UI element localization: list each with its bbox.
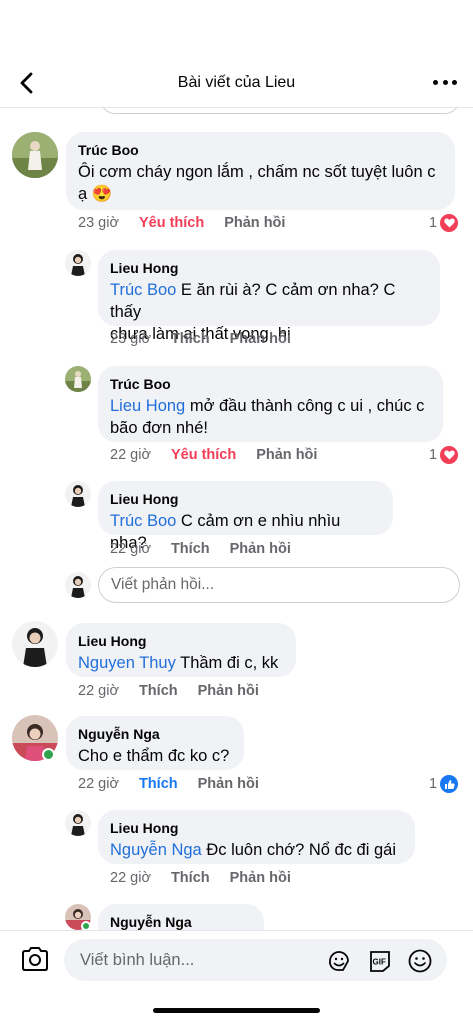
mention-link[interactable]: Trúc Boo	[110, 512, 176, 530]
like-button[interactable]: Thích	[171, 541, 210, 557]
avatar-truc-boo[interactable]	[12, 132, 58, 178]
reply-button[interactable]: Phản hồi	[230, 870, 291, 886]
reply-author[interactable]: Lieu Hong	[110, 490, 381, 508]
reply-bubble[interactable]: Lieu Hong Nguyễn Nga Đc luôn chớ? Nổ đc …	[98, 810, 415, 864]
reply-button[interactable]: Phản hồi	[230, 541, 291, 557]
like-button[interactable]: Yêu thích	[139, 215, 204, 231]
more-options-icon[interactable]	[433, 70, 457, 94]
reply-actions: 23 giờ Thích Phản hồi	[110, 331, 291, 347]
mention-link[interactable]: Trúc Boo	[110, 281, 176, 299]
online-status-indicator	[42, 748, 55, 761]
reply-time: 22 giờ	[110, 541, 151, 557]
avatar-lieu-hong[interactable]	[12, 621, 58, 667]
mention-link[interactable]: Nguyễn Nga	[110, 841, 202, 859]
like-button[interactable]: Thích	[139, 683, 178, 699]
comment-input-placeholder: Viết bình luận...	[80, 951, 195, 969]
reply-button[interactable]: Phản hồi	[230, 331, 291, 347]
like-button[interactable]: Thích	[139, 776, 178, 792]
like-button[interactable]: Thích	[171, 870, 210, 886]
heart-eyes-emoji: 😍	[91, 185, 113, 203]
heart-icon	[440, 446, 459, 464]
reply-bubble[interactable]: Lieu Hong Trúc Boo E ăn rùi à? C cảm ơn …	[98, 250, 440, 343]
comment-time: 22 giờ	[78, 683, 119, 699]
reply-bubble[interactable]: Trúc Boo Lieu Hong mở đầu thành công c u…	[98, 366, 443, 442]
reply-time: 23 giờ	[110, 331, 151, 347]
like-button[interactable]: Thích	[171, 331, 210, 347]
page-title: Bài viết của Lieu	[177, 74, 296, 91]
gif-icon[interactable]: GIF	[367, 948, 393, 974]
comment-composer: Viết bình luận... GIF	[0, 930, 473, 990]
reaction-count[interactable]: 1	[429, 775, 459, 793]
comment-input[interactable]: Viết bình luận... GIF	[64, 939, 447, 981]
reply-time: 22 giờ	[110, 870, 151, 886]
camera-icon[interactable]	[20, 945, 50, 973]
comment-text: Nguyen Thuy Thầm đi c, kk	[78, 654, 279, 672]
previous-comment-bubble	[100, 108, 460, 114]
comment-author[interactable]: Nguyễn Nga	[78, 725, 232, 743]
comment-author[interactable]: Lieu Hong	[78, 632, 284, 650]
home-indicator[interactable]	[153, 1008, 320, 1013]
like-button[interactable]: Yêu thích	[171, 447, 236, 463]
comment-time: 23 giờ	[78, 215, 119, 231]
reply-author[interactable]: Lieu Hong	[110, 819, 403, 837]
reply-time: 22 giờ	[110, 447, 151, 463]
reply-bubble[interactable]: Nguyễn Nga	[98, 904, 264, 930]
reply-text: Nguyễn Nga Đc luôn chớ? Nổ đc đi gái	[110, 841, 396, 859]
reply-button[interactable]: Phản hồi	[198, 776, 259, 792]
comment-actions: 23 giờ Yêu thích Phản hồi	[78, 215, 285, 231]
avatar-current-user	[65, 572, 91, 598]
comment-actions: 22 giờ Thích Phản hồi	[78, 683, 259, 699]
svg-text:GIF: GIF	[373, 958, 386, 967]
avatar-lieu-hong[interactable]	[65, 250, 91, 276]
sticker-icon[interactable]	[326, 948, 352, 974]
reaction-count[interactable]: 1	[429, 446, 459, 464]
online-status-indicator	[81, 921, 91, 930]
reply-button[interactable]: Phản hồi	[198, 683, 259, 699]
reply-button[interactable]: Phản hồi	[256, 447, 317, 463]
reply-author[interactable]: Lieu Hong	[110, 259, 428, 277]
avatar-lieu-hong[interactable]	[65, 810, 91, 836]
reply-author[interactable]: Trúc Boo	[110, 375, 431, 393]
comment-bubble[interactable]: Nguyễn Nga Cho e thẩm đc ko c?	[66, 716, 244, 770]
reply-actions: 22 giờ Thích Phản hồi	[110, 541, 291, 557]
reaction-count[interactable]: 1	[429, 214, 459, 232]
reply-actions: 22 giờ Yêu thích Phản hồi	[110, 447, 317, 463]
reply-input[interactable]: Viết phản hồi...	[98, 567, 460, 603]
avatar-lieu-hong[interactable]	[65, 481, 91, 507]
avatar-truc-boo[interactable]	[65, 366, 91, 392]
comment-bubble[interactable]: Lieu Hong Nguyen Thuy Thầm đi c, kk	[66, 623, 296, 677]
comment-text: Cho e thẩm đc ko c?	[78, 747, 230, 765]
comments-thread[interactable]: Trúc Boo Ôi cơm cháy ngon lắm , chấm nc …	[0, 108, 473, 930]
reply-author[interactable]: Nguyễn Nga	[110, 913, 252, 930]
comment-text: Ôi cơm cháy ngon lắm , chấm nc sốt tuyệt…	[78, 163, 436, 203]
mention-link[interactable]: Nguyen Thuy	[78, 654, 176, 672]
comment-bubble[interactable]: Trúc Boo Ôi cơm cháy ngon lắm , chấm nc …	[66, 132, 455, 210]
reply-bubble[interactable]: Lieu Hong Trúc Boo C cảm ơn e nhìu nhìu …	[98, 481, 393, 552]
reply-text: Lieu Hong mở đầu thành công c ui , chúc …	[110, 397, 425, 437]
mention-link[interactable]: Lieu Hong	[110, 397, 185, 415]
comment-time: 22 giờ	[78, 776, 119, 792]
emoji-icon[interactable]	[407, 948, 433, 974]
heart-icon	[440, 214, 459, 232]
comment-author[interactable]: Trúc Boo	[78, 141, 443, 159]
reply-actions: 22 giờ Thích Phản hồi	[110, 870, 291, 886]
comment-actions: 22 giờ Thích Phản hồi	[78, 776, 259, 792]
like-icon	[440, 775, 459, 793]
top-nav-bar: Bài viết của Lieu	[0, 58, 473, 108]
reply-button[interactable]: Phản hồi	[224, 215, 285, 231]
